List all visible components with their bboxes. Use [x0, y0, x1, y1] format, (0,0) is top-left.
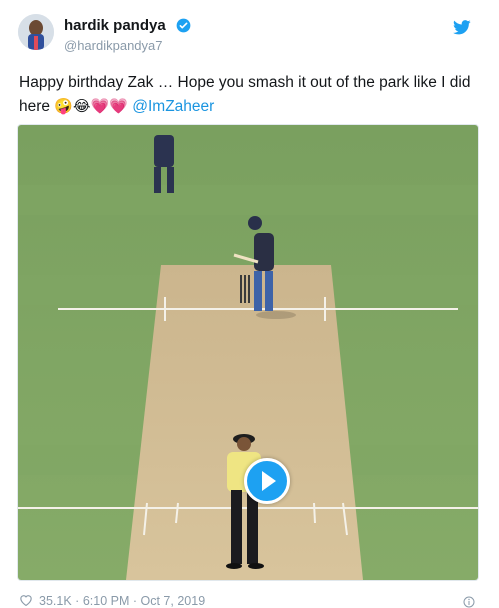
video-thumbnail	[18, 125, 478, 580]
zany-face-emoji: 🤪	[54, 98, 74, 115]
avatar[interactable]	[18, 14, 54, 50]
play-icon[interactable]	[244, 458, 290, 504]
pink-heart-emoji: 💗	[90, 98, 110, 115]
tweet-text: Happy birthday Zak … Hope you smash it o…	[19, 71, 479, 119]
user-handle[interactable]: @hardikpandya7	[64, 38, 162, 53]
tweet-time[interactable]: 6:10 PM	[83, 594, 130, 608]
video-player[interactable]	[17, 124, 479, 581]
tweet-footer: 35.1K · 6:10 PM · Oct 7, 2019	[19, 594, 205, 608]
tweet-card: hardik pandya @hardikpandya7 Happy birth…	[0, 0, 499, 608]
separator: ·	[75, 594, 80, 608]
display-name[interactable]: hardik pandya	[64, 17, 166, 34]
tears-of-joy-emoji: 😂	[73, 98, 91, 115]
mention-link[interactable]: @ImZaheer	[132, 98, 214, 115]
verified-badge-icon	[176, 18, 191, 33]
tweet-date[interactable]: Oct 7, 2019	[141, 594, 206, 608]
avatar-image	[18, 14, 54, 50]
heart-icon[interactable]	[19, 594, 33, 606]
twitter-bird-icon[interactable]	[453, 20, 471, 35]
pink-heart-emoji: 💗	[109, 98, 128, 115]
separator: ·	[132, 594, 138, 608]
like-count[interactable]: 35.1K	[39, 594, 72, 608]
info-icon[interactable]	[463, 596, 475, 608]
